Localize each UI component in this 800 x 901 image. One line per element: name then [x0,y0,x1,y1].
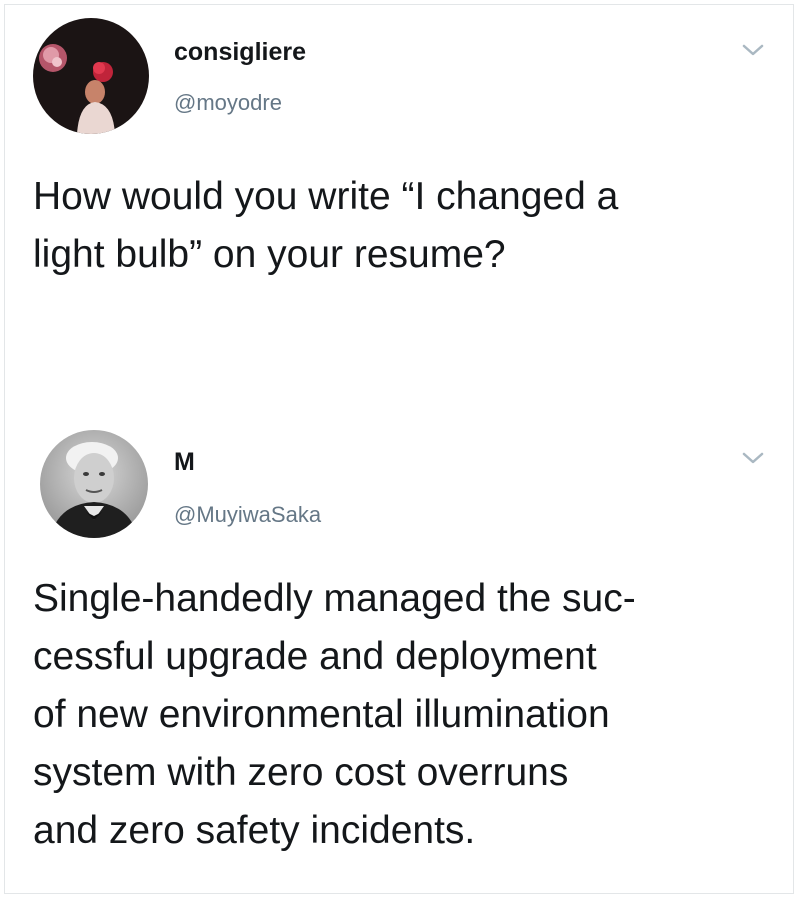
tweet-text: How would you write “I changed a light b… [33,168,773,284]
tweet-consigliere[interactable]: consigliere @moyodre How would you write… [0,0,800,420]
display-name[interactable]: M [174,448,195,477]
tweet-text-line: cessful upgrade and deployment [33,635,597,678]
tweet-text-line: light bulb” on your resume? [33,233,506,276]
user-handle[interactable]: @moyodre [174,90,282,116]
tweet-text-line: Single-handedly managed the suc- [33,577,636,620]
avatar[interactable] [33,18,149,134]
tweet-m[interactable]: M @MuyiwaSaka Single-handedly managed th… [0,420,800,901]
chevron-down-icon[interactable] [742,451,764,465]
avatar-vintage-portrait-icon [40,430,148,538]
avatar[interactable] [40,430,148,538]
display-name[interactable]: consigliere [174,38,306,67]
tweet-text-line: How would you write “I changed a [33,175,619,218]
user-handle[interactable]: @MuyiwaSaka [174,502,321,528]
chevron-down-icon[interactable] [742,43,764,57]
tweet-text: Single-handedly managed the suc- cessful… [33,570,773,860]
tweet-text-line: system with zero cost overruns [33,751,569,794]
avatar-rose-portrait-icon [33,18,149,134]
tweet-text-line: of new environmental illumination [33,693,610,736]
tweet-text-line: and zero safety incidents. [33,809,476,852]
